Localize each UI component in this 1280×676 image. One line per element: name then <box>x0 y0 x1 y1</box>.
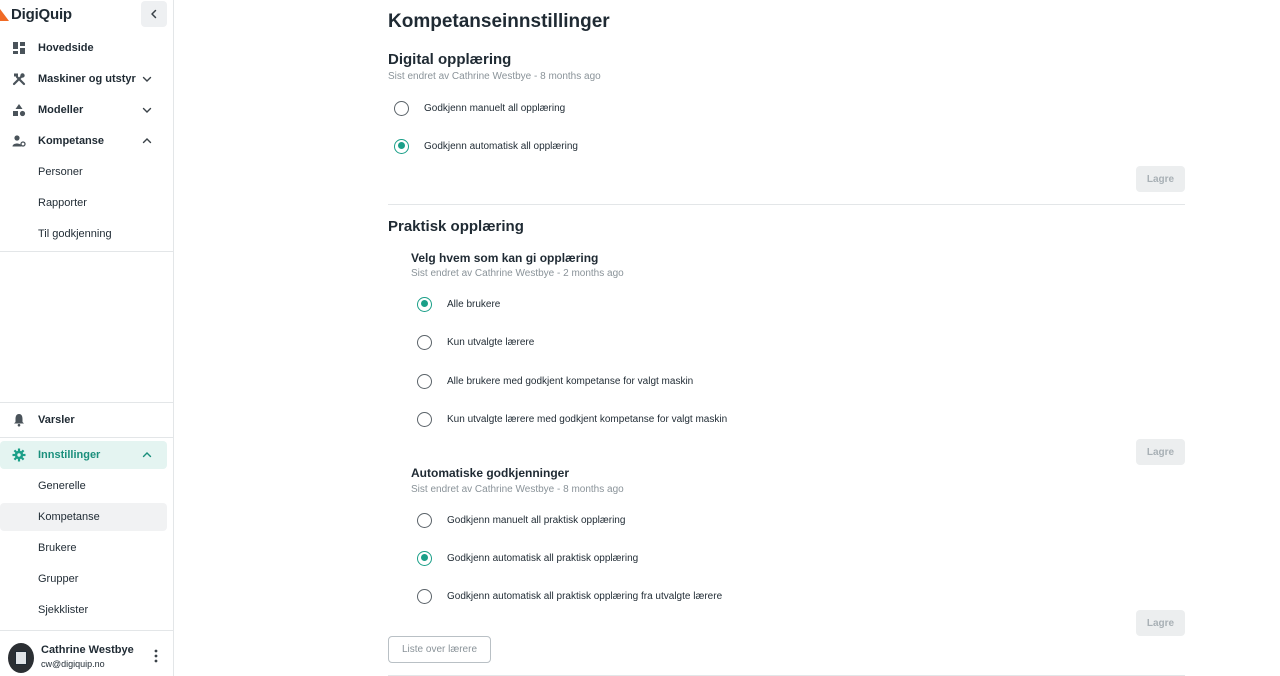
user-email: cw@digiquip.no <box>41 659 105 669</box>
teacher-list-button[interactable]: Liste over lærere <box>388 636 491 663</box>
sidebar-subitem-generelle[interactable]: Generelle <box>0 472 167 500</box>
last-modified-text: Sist endret av Cathrine Westbye - 2 mont… <box>411 268 624 279</box>
radio-label: Godkjenn manuelt all opplæring <box>424 102 566 114</box>
save-button-who[interactable]: Lagre <box>1136 439 1185 465</box>
radio-button[interactable] <box>417 373 432 389</box>
sidebar-subitem-grupper[interactable]: Grupper <box>0 565 167 593</box>
sidebar-divider <box>0 630 173 631</box>
sidebar-item-innstillinger[interactable]: Innstillinger <box>0 441 167 469</box>
user-profile[interactable]: Cathrine Westbye cw@digiquip.no <box>0 636 173 676</box>
radio-button[interactable] <box>417 334 432 350</box>
sidebar-subitem-til-godkjenning[interactable]: Til godkjenning <box>0 220 167 248</box>
save-button-digital[interactable]: Lagre <box>1136 166 1185 192</box>
sidebar-item-label: Maskiner og utstyr <box>38 73 136 85</box>
sidebar-subitem-label: Til godkjenning <box>38 228 112 240</box>
radio-option-selected-teachers-approved[interactable]: Kun utvalgte lærere med godkjent kompeta… <box>417 410 727 428</box>
sidebar-item-kompetanse[interactable]: Kompetanse <box>0 127 167 155</box>
radio-button[interactable] <box>417 512 432 528</box>
qr-code-icon <box>15 651 27 665</box>
sidebar-item-label: Hovedside <box>38 42 94 54</box>
radio-option-digital-manual[interactable]: Godkjenn manuelt all opplæring <box>394 99 565 117</box>
sidebar-item-label: Kompetanse <box>38 135 105 147</box>
radio-button[interactable] <box>417 411 432 427</box>
last-modified-text: Sist endret av Cathrine Westbye - 8 mont… <box>411 484 624 495</box>
chevron-up-icon <box>142 452 152 458</box>
radio-label: Godkjenn automatisk all praktisk opplæri… <box>447 552 639 564</box>
sidebar-subitem-rapporter[interactable]: Rapporter <box>0 189 167 217</box>
section-divider <box>388 204 1185 205</box>
sidebar-subitem-label: Kompetanse <box>38 511 100 523</box>
chevron-left-icon <box>151 9 157 19</box>
sidebar-item-label: Innstillinger <box>38 449 101 461</box>
sidebar-subitem-personer[interactable]: Personer <box>0 158 167 186</box>
radio-label: Alle brukere <box>447 298 501 310</box>
sidebar-divider <box>0 437 173 438</box>
more-vertical-icon[interactable] <box>152 648 160 664</box>
sidebar-item-modeller[interactable]: Modeller <box>0 96 167 124</box>
sidebar-item-hovedside[interactable]: Hovedside <box>0 34 167 62</box>
radio-option-all-users[interactable]: Alle brukere <box>417 295 500 313</box>
sidebar-subitem-label: Generelle <box>38 480 86 492</box>
radio-button[interactable] <box>394 100 409 116</box>
radio-label: Kun utvalgte lærere <box>447 336 535 348</box>
shapes-icon <box>13 104 26 117</box>
chevron-up-icon <box>142 138 152 144</box>
radio-button-checked[interactable] <box>417 296 432 312</box>
save-button-auto[interactable]: Lagre <box>1136 610 1185 636</box>
dashboard-icon <box>13 42 25 54</box>
sidebar-subitem-label: Sjekklister <box>38 604 89 616</box>
radio-label: Kun utvalgte lærere med godkjent kompeta… <box>447 413 728 425</box>
subsection-title-auto: Automatiske godkjenninger <box>411 466 570 480</box>
radio-option-digital-auto[interactable]: Godkjenn automatisk all opplæring <box>394 137 578 155</box>
radio-option-selected-teachers[interactable]: Kun utvalgte lærere <box>417 333 534 351</box>
last-modified-text: Sist endret av Cathrine Westbye - 8 mont… <box>388 71 601 82</box>
radio-button-checked[interactable] <box>417 550 432 566</box>
tools-icon <box>12 73 26 86</box>
section-title-praktisk: Praktisk opplæring <box>388 218 524 235</box>
gear-icon <box>12 448 26 462</box>
sidebar-item-label: Varsler <box>38 414 75 426</box>
user-name: Cathrine Westbye <box>41 644 134 656</box>
sidebar-subitem-sjekklister[interactable]: Sjekklister <box>0 596 167 624</box>
radio-button-checked[interactable] <box>394 138 409 154</box>
subsection-title-who: Velg hvem som kan gi opplæring <box>411 251 599 265</box>
sidebar-divider <box>0 251 173 252</box>
page-title: Kompetanseinnstillinger <box>388 11 610 32</box>
radio-button[interactable] <box>417 588 432 604</box>
sidebar-subitem-label: Personer <box>38 166 83 178</box>
radio-label: Alle brukere med godkjent kompetanse for… <box>447 375 694 387</box>
chevron-down-icon <box>142 76 152 82</box>
person-gear-icon <box>12 135 26 147</box>
sidebar-subitem-label: Brukere <box>38 542 77 554</box>
radio-option-practical-auto[interactable]: Godkjenn automatisk all praktisk opplæri… <box>417 549 638 567</box>
section-title-digital: Digital opplæring <box>388 51 512 68</box>
radio-label: Godkjenn automatisk all opplæring <box>424 140 578 152</box>
sidebar-divider <box>0 402 173 403</box>
radio-option-all-users-approved[interactable]: Alle brukere med godkjent kompetanse for… <box>417 372 693 390</box>
logo-text: DigiQuip <box>11 5 72 23</box>
sidebar-subitem-label: Grupper <box>38 573 79 585</box>
sidebar-item-maskiner[interactable]: Maskiner og utstyr <box>0 65 167 93</box>
bell-icon <box>14 414 24 427</box>
sidebar: DigiQuip Hovedside Maskiner og utstyr Mo… <box>0 0 174 676</box>
avatar <box>8 643 34 673</box>
sidebar-subitem-kompetanse[interactable]: Kompetanse <box>0 503 167 531</box>
logo-mark-icon <box>0 9 9 21</box>
chevron-down-icon <box>142 107 152 113</box>
sidebar-subitem-label: Rapporter <box>38 197 87 209</box>
radio-option-practical-manual[interactable]: Godkjenn manuelt all praktisk opplæring <box>417 511 625 529</box>
radio-label: Godkjenn automatisk all praktisk opplæri… <box>447 590 723 602</box>
logo[interactable]: DigiQuip <box>0 4 72 24</box>
sidebar-item-varsler[interactable]: Varsler <box>0 406 167 434</box>
sidebar-item-label: Modeller <box>38 104 84 116</box>
radio-option-practical-auto-selected[interactable]: Godkjenn automatisk all praktisk opplæri… <box>417 587 722 605</box>
radio-label: Godkjenn manuelt all praktisk opplæring <box>447 514 626 526</box>
collapse-sidebar-button[interactable] <box>141 1 167 27</box>
sidebar-subitem-brukere[interactable]: Brukere <box>0 534 167 562</box>
